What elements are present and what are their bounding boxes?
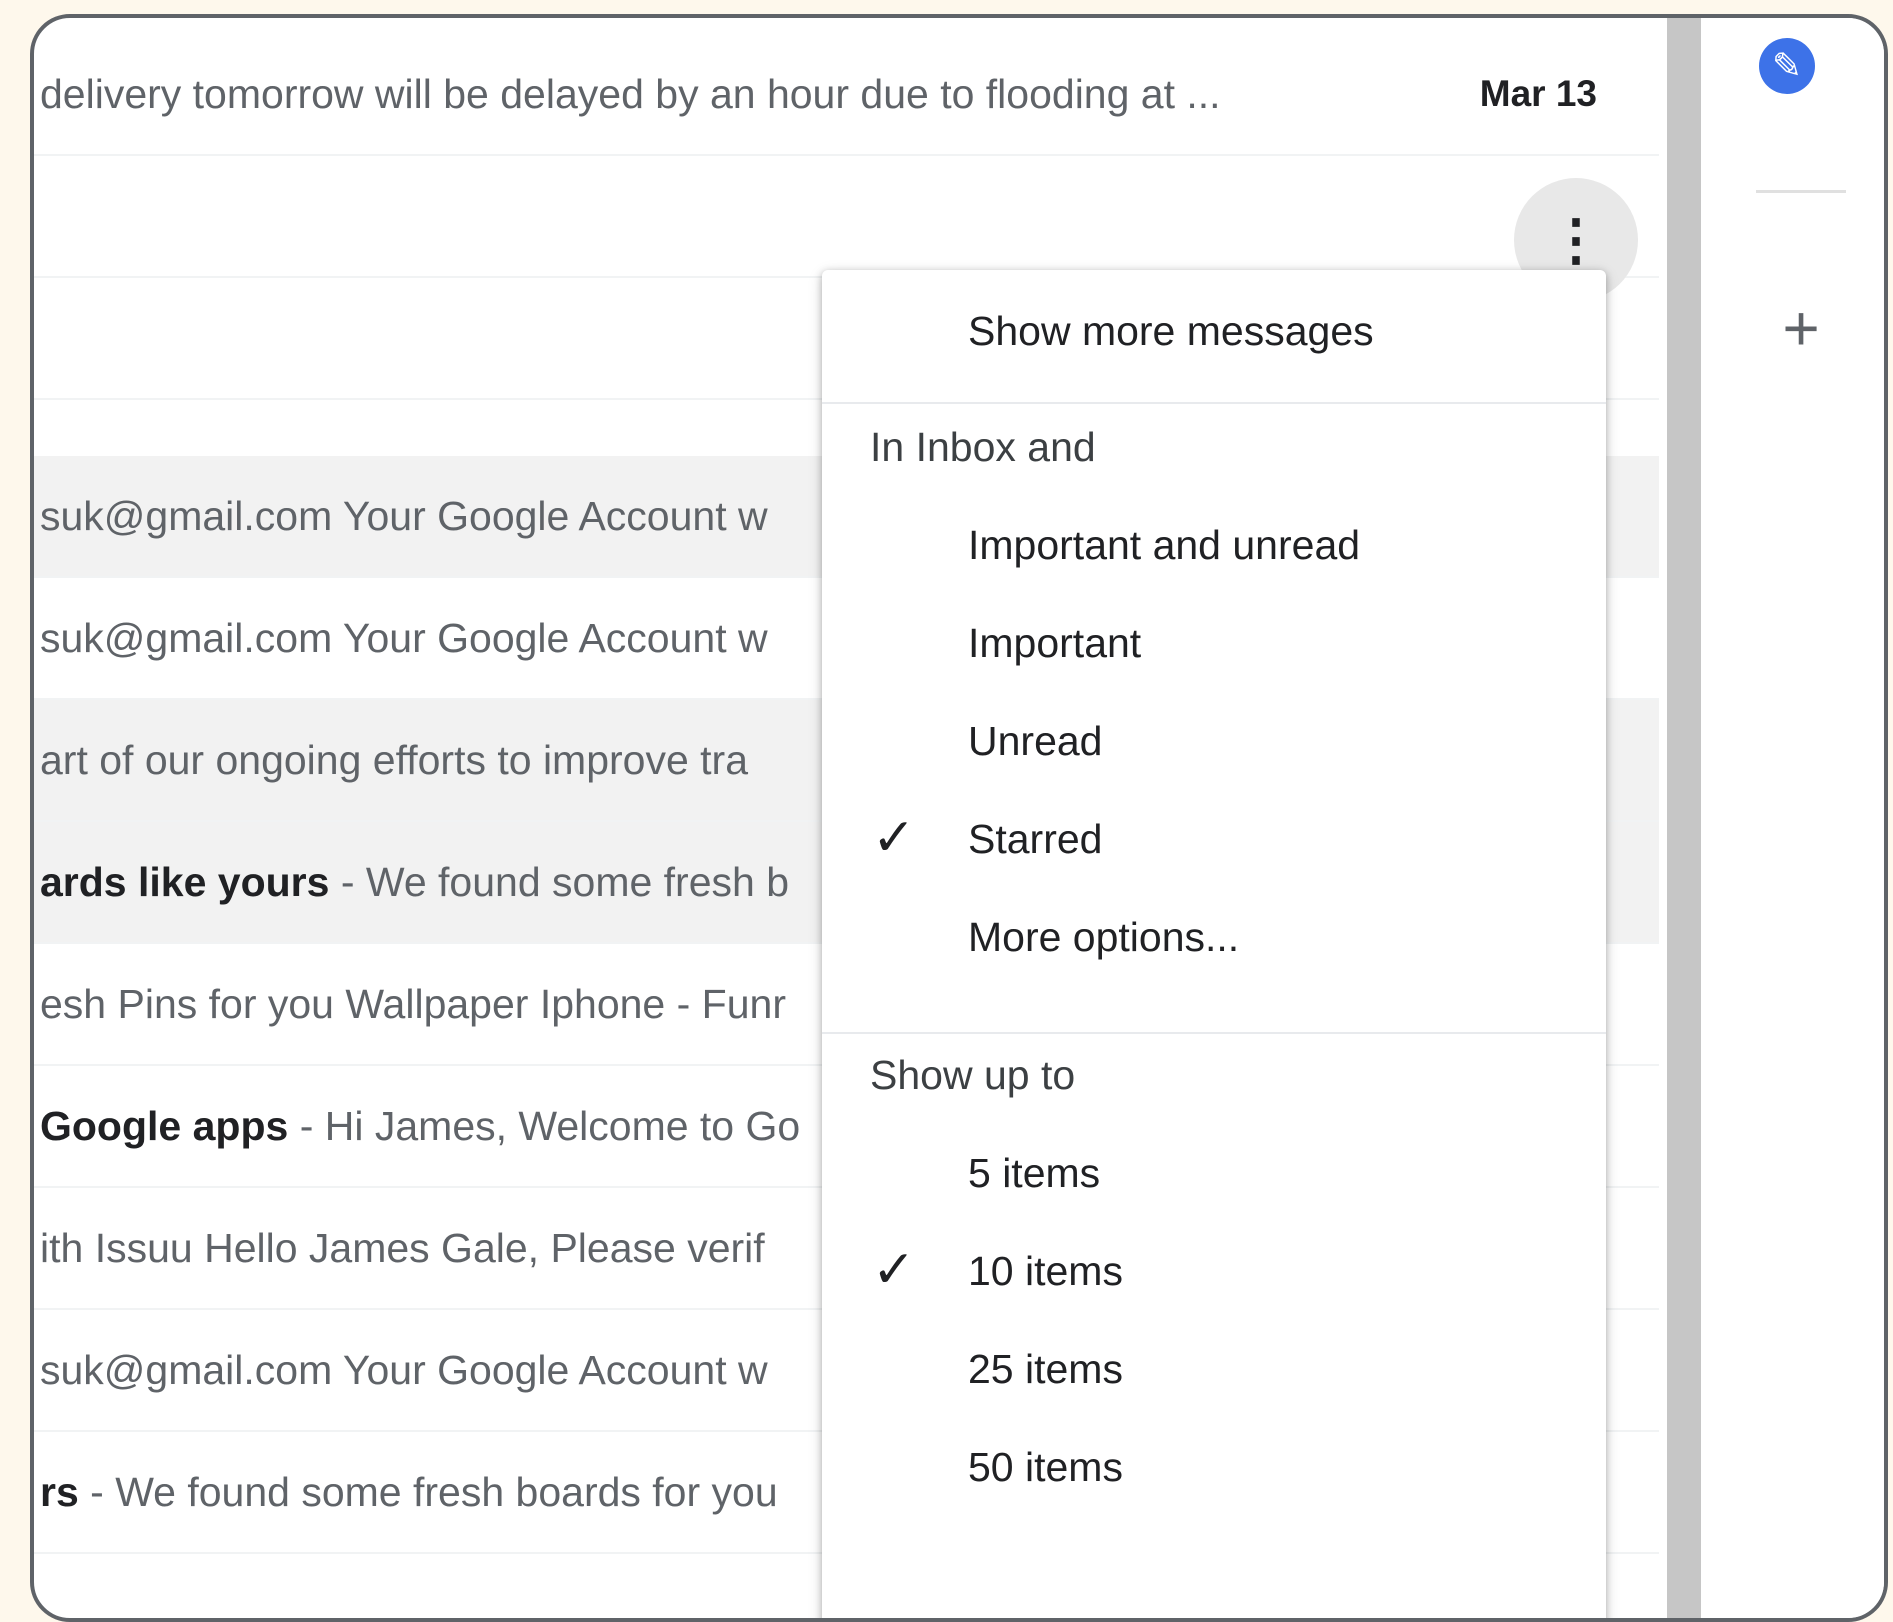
email-snippet: suk@gmail.com Your Google Account w (40, 614, 768, 661)
plus-icon[interactable]: + (1756, 296, 1846, 360)
menu-item-more-options[interactable]: More options... (968, 914, 1239, 961)
menu-item-count-selected[interactable]: 10 items (968, 1248, 1123, 1295)
mail-window: delivery tomorrow will be delayed by an … (30, 14, 1888, 1622)
side-panel (1701, 18, 1884, 1618)
menu-item-count[interactable]: 25 items (968, 1346, 1123, 1393)
menu-divider (822, 1032, 1606, 1034)
menu-header-show: Show up to (870, 1052, 1076, 1098)
email-snippet: - Hi James, Welcome to Go (288, 1102, 801, 1149)
email-snippet: ith Issuu Hello James Gale, Please verif (40, 1224, 765, 1271)
menu-item-count[interactable]: 5 items (968, 1150, 1100, 1197)
email-sender: rs (40, 1468, 79, 1515)
email-snippet: esh Pins for you Wallpaper Iphone - Funr (40, 980, 786, 1027)
scrollbar-thumb[interactable] (1667, 18, 1701, 1618)
email-snippet: suk@gmail.com Your Google Account w (40, 492, 768, 539)
email-row[interactable]: delivery tomorrow will be delayed by an … (34, 34, 1659, 156)
side-divider (1756, 190, 1846, 193)
menu-item-count[interactable]: 50 items (968, 1444, 1123, 1491)
email-date: Mar 13 (1479, 73, 1597, 114)
tasks-icon[interactable]: ✎ (1759, 38, 1815, 94)
email-row[interactable] (34, 156, 1659, 278)
menu-item-filter[interactable]: Unread (968, 718, 1102, 765)
checkmark-icon: ✓ (872, 1241, 916, 1299)
inbox-options-menu: Show more messages In Inbox and Importan… (822, 270, 1606, 1618)
email-snippet: delivery tomorrow will be delayed by an … (40, 70, 1221, 117)
menu-item-show-more[interactable]: Show more messages (968, 308, 1374, 355)
email-snippet: art of our ongoing efforts to improve tr… (40, 736, 749, 783)
menu-item-filter[interactable]: Important (968, 620, 1141, 667)
email-snippet: - We found some fresh b (329, 858, 790, 905)
email-snippet: - We found some fresh boards for you (78, 1468, 778, 1515)
email-snippet: suk@gmail.com Your Google Account w (40, 1346, 768, 1393)
checkmark-icon: ✓ (872, 809, 916, 867)
menu-item-filter-selected[interactable]: Starred (968, 816, 1102, 863)
menu-header-inbox: In Inbox and (870, 424, 1096, 470)
email-sender: ards like yours (40, 858, 330, 905)
email-sender: Google apps (40, 1102, 289, 1149)
menu-item-filter[interactable]: Important and unread (968, 522, 1360, 569)
menu-divider (822, 402, 1606, 404)
